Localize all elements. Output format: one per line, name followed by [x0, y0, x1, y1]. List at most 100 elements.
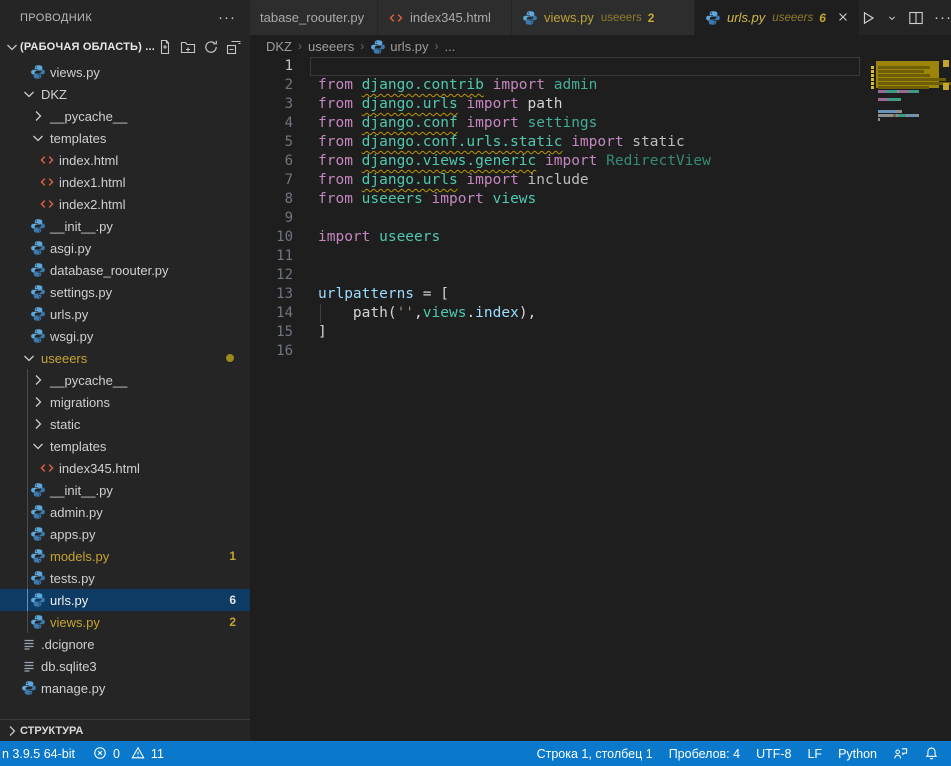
code-editor[interactable]: 12from django.contrib import admin3from …	[250, 57, 951, 741]
code-line[interactable]: 11	[250, 247, 951, 266]
split-editor-button[interactable]	[908, 10, 924, 26]
refresh-icon[interactable]	[203, 39, 219, 55]
tree-item-__init__.py[interactable]: __init__.py	[0, 479, 250, 501]
code-line[interactable]: 1	[250, 57, 951, 76]
status-python-interpreter[interactable]: n 3.9.5 64-bit	[2, 747, 75, 761]
tree-folder-__pycache__[interactable]: __pycache__	[0, 369, 250, 391]
code-line[interactable]: 3from django.urls import path	[250, 95, 951, 114]
explorer-more-icon[interactable]: ···	[218, 9, 236, 26]
chevron-right-icon	[4, 723, 20, 739]
status-indentation[interactable]: Пробелов: 4	[669, 747, 740, 761]
chevron-right-icon	[29, 394, 46, 410]
status-encoding[interactable]: UTF-8	[756, 747, 791, 761]
tree-item-label: tests.py	[50, 571, 95, 586]
more-actions-button[interactable]: ···	[934, 10, 951, 26]
code-line[interactable]: 13urlpatterns = [	[250, 285, 951, 304]
tree-item-admin.py[interactable]: admin.py	[0, 501, 250, 523]
tab-tabase_roouter.py[interactable]: tabase_roouter.py	[250, 0, 378, 35]
indent-guide	[27, 435, 28, 457]
chevron-down-icon	[20, 350, 37, 366]
tree-item-database_roouter.py[interactable]: database_roouter.py	[0, 259, 250, 281]
code-line[interactable]: 4from django.conf import settings	[250, 114, 951, 133]
code-line[interactable]: 5from django.conf.urls.static import sta…	[250, 133, 951, 152]
breadcrumb-separator: ›	[359, 39, 365, 53]
new-folder-icon[interactable]	[180, 39, 196, 55]
status-feedback[interactable]	[893, 746, 908, 761]
explorer-sidebar: ПРОВОДНИК ··· (РАБОЧАЯ ОБЛАСТЬ) ... view…	[0, 0, 250, 741]
tree-folder-static[interactable]: static	[0, 413, 250, 435]
tree-item-__init__.py[interactable]: __init__.py	[0, 215, 250, 237]
run-button[interactable]	[860, 10, 876, 26]
breadcrumb-item[interactable]: urls.py	[390, 39, 428, 54]
status-problems[interactable]: 011	[93, 746, 164, 761]
status-eol[interactable]: LF	[807, 747, 822, 761]
collapse-all-icon[interactable]	[226, 39, 242, 55]
tree-item-views.py[interactable]: views.py2	[0, 611, 250, 633]
tree-item-label: urls.py	[50, 593, 88, 608]
run-dropdown[interactable]	[886, 10, 898, 26]
code-line[interactable]: 2from django.contrib import admin	[250, 76, 951, 95]
tree-item-settings.py[interactable]: settings.py	[0, 281, 250, 303]
tree-item-urls.py[interactable]: urls.py6	[0, 589, 250, 611]
tree-item-models.py[interactable]: models.py1	[0, 545, 250, 567]
html-icon	[388, 10, 404, 26]
tree-folder-useeers[interactable]: useeers	[0, 347, 250, 369]
tree-item-db.sqlite3[interactable]: db.sqlite3	[0, 655, 250, 677]
tree-item-wsgi.py[interactable]: wsgi.py	[0, 325, 250, 347]
code-line[interactable]: 16	[250, 342, 951, 361]
outline-section-header[interactable]: СТРУКТУРА	[0, 719, 250, 741]
tree-item-label: index.html	[59, 153, 118, 168]
tree-item-.dcignore[interactable]: .dcignore	[0, 633, 250, 655]
breadcrumb-item[interactable]: ...	[445, 39, 456, 54]
tree-item-index2.html[interactable]: index2.html	[0, 193, 250, 215]
tree-folder-DKZ[interactable]: DKZ	[0, 83, 250, 105]
new-file-icon[interactable]	[157, 39, 173, 55]
tree-folder-__pycache__[interactable]: __pycache__	[0, 105, 250, 127]
code-line[interactable]: 8from useeers import views	[250, 190, 951, 209]
tree-item-views.py[interactable]: views.py	[0, 61, 250, 83]
code-line[interactable]: 10import useeers	[250, 228, 951, 247]
code-line[interactable]: 9	[250, 209, 951, 228]
overview-ruler[interactable]	[940, 57, 951, 741]
minimap-warning-mark	[871, 86, 874, 89]
tree-item-tests.py[interactable]: tests.py	[0, 567, 250, 589]
code-line[interactable]: 7from django.urls import include	[250, 171, 951, 190]
status-notifications[interactable]	[924, 746, 939, 761]
breadcrumb-item[interactable]: useeers	[308, 39, 354, 54]
code-line[interactable]: 6from django.views.generic import Redire…	[250, 152, 951, 171]
indent-guide	[27, 391, 28, 413]
status-cursor-position[interactable]: Строка 1, столбец 1	[537, 747, 653, 761]
minimap-line	[878, 74, 930, 77]
tree-item-manage.py[interactable]: manage.py	[0, 677, 250, 699]
line-number: 6	[250, 152, 293, 171]
code-line[interactable]: 12	[250, 266, 951, 285]
line-number: 10	[250, 228, 293, 247]
tree-item-label: .dcignore	[41, 637, 94, 652]
tab-views.py[interactable]: views.pyuseeers2	[512, 0, 695, 35]
tree-item-label: templates	[50, 439, 106, 454]
tree-item-index.html[interactable]: index.html	[0, 149, 250, 171]
line-number: 5	[250, 133, 293, 152]
tree-item-urls.py[interactable]: urls.py	[0, 303, 250, 325]
minimap-line	[878, 118, 880, 121]
code-line[interactable]: 14 path('',views.index),	[250, 304, 951, 323]
tree-folder-templates[interactable]: templates	[0, 127, 250, 149]
tab-urls.py[interactable]: urls.pyuseeers6	[695, 0, 860, 35]
workspace-label: (РАБОЧАЯ ОБЛАСТЬ) ...	[20, 41, 157, 53]
tree-item-label: urls.py	[50, 307, 88, 322]
tree-item-apps.py[interactable]: apps.py	[0, 523, 250, 545]
code-line[interactable]: 15]	[250, 323, 951, 342]
tree-folder-migrations[interactable]: migrations	[0, 391, 250, 413]
close-icon[interactable]	[836, 10, 850, 26]
tree-item-index345.html[interactable]: index345.html	[0, 457, 250, 479]
breadcrumb-item[interactable]: DKZ	[266, 39, 292, 54]
breadcrumb-separator: ›	[434, 39, 440, 53]
tab-label: views.py	[544, 10, 594, 25]
tree-folder-templates[interactable]: templates	[0, 435, 250, 457]
status-language-mode[interactable]: Python	[838, 747, 877, 761]
tree-item-index1.html[interactable]: index1.html	[0, 171, 250, 193]
tree-item-asgi.py[interactable]: asgi.py	[0, 237, 250, 259]
tab-index345.html[interactable]: index345.html	[378, 0, 512, 35]
workspace-section-header[interactable]: (РАБОЧАЯ ОБЛАСТЬ) ...	[0, 35, 250, 58]
minimap[interactable]	[874, 57, 940, 741]
